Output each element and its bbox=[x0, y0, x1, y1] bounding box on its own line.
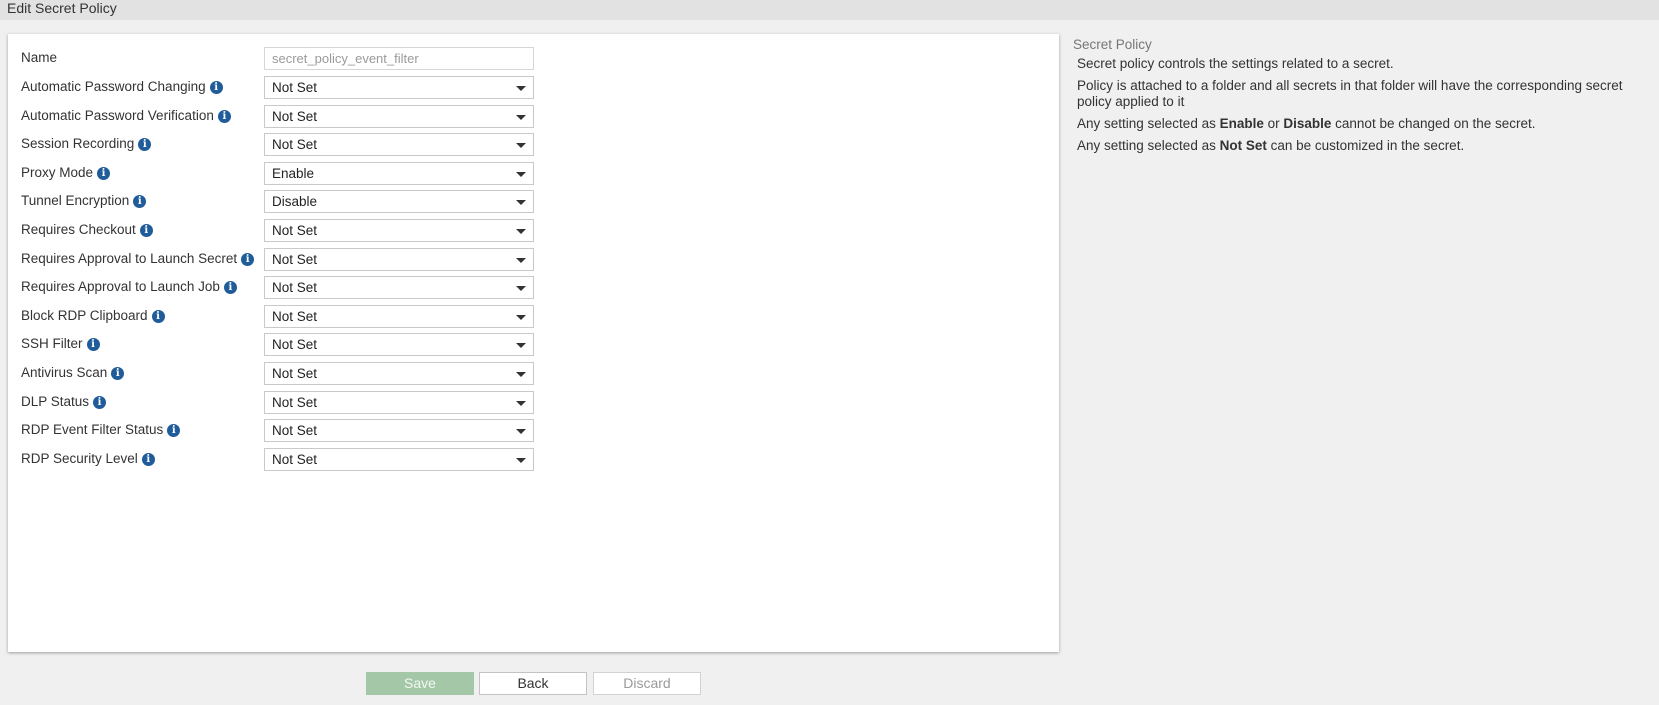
field-label: Automatic Password Verification i bbox=[21, 108, 231, 123]
discard-button[interactable]: Discard bbox=[593, 672, 701, 695]
window-title: Edit Secret Policy bbox=[0, 0, 1659, 20]
chevron-down-icon bbox=[516, 200, 526, 205]
field-label: RDP Event Filter Status i bbox=[21, 422, 181, 437]
chevron-down-icon bbox=[516, 429, 526, 434]
info-icon[interactable]: i bbox=[86, 338, 100, 351]
field-label: RDP Security Level i bbox=[21, 451, 155, 466]
field-row-rdp-security-level: RDP Security Level i Not Set bbox=[21, 448, 541, 472]
select-value: Not Set bbox=[272, 223, 318, 238]
automatic-password-verification-select[interactable]: Not Set bbox=[264, 105, 534, 128]
tunnel-encryption-select[interactable]: Disable bbox=[264, 190, 534, 213]
automatic-password-changing-select[interactable]: Not Set bbox=[264, 76, 534, 99]
field-row-tunnel-encryption: Tunnel Encryption i Disable bbox=[21, 190, 541, 214]
field-row-automatic-password-verification: Automatic Password Verification i Not Set bbox=[21, 105, 541, 129]
chevron-down-icon bbox=[516, 343, 526, 348]
name-input[interactable]: secret_policy_event_filter bbox=[264, 47, 534, 70]
back-button[interactable]: Back bbox=[479, 672, 587, 695]
select-value: Enable bbox=[272, 166, 315, 181]
select-value: Not Set bbox=[272, 252, 318, 267]
chevron-down-icon bbox=[516, 458, 526, 463]
help-line-2: Policy is attached to a folder and all s… bbox=[1077, 78, 1623, 109]
help-line-4: Any setting selected as Not Set can be c… bbox=[1077, 138, 1465, 153]
info-icon[interactable]: i bbox=[111, 367, 125, 380]
info-icon[interactable]: i bbox=[133, 195, 147, 208]
field-row-requires-approval-to-launch-job: Requires Approval to Launch Job i Not Set bbox=[21, 276, 541, 300]
info-icon[interactable]: i bbox=[139, 224, 153, 237]
help-line-3: Any setting selected as Enable or Disabl… bbox=[1077, 116, 1536, 131]
field-label: Requires Approval to Launch Secret i bbox=[21, 251, 255, 266]
chevron-down-icon bbox=[516, 315, 526, 320]
info-icon[interactable]: i bbox=[209, 81, 223, 94]
info-icon[interactable]: i bbox=[141, 453, 155, 466]
requires-approval-to-launch-job-select[interactable]: Not Set bbox=[264, 276, 534, 299]
field-label: Tunnel Encryption i bbox=[21, 193, 147, 208]
chevron-down-icon bbox=[516, 372, 526, 377]
field-row-proxy-mode: Proxy Mode i Enable bbox=[21, 162, 541, 186]
field-label: Block RDP Clipboard i bbox=[21, 308, 165, 323]
info-icon[interactable]: i bbox=[167, 424, 181, 437]
select-value: Disable bbox=[272, 194, 318, 209]
select-value: Not Set bbox=[272, 309, 318, 324]
chevron-down-icon bbox=[516, 401, 526, 406]
select-value: Not Set bbox=[272, 366, 318, 381]
field-label: Automatic Password Changing i bbox=[21, 79, 223, 94]
info-icon[interactable]: i bbox=[241, 253, 255, 266]
field-row-requires-approval-to-launch-secret: Requires Approval to Launch Secret i Not S… bbox=[21, 248, 541, 272]
chevron-down-icon bbox=[516, 229, 526, 234]
select-value: Not Set bbox=[272, 109, 318, 124]
field-row-block-rdp-clipboard: Block RDP Clipboard i Not Set bbox=[21, 305, 541, 329]
chevron-down-icon bbox=[516, 258, 526, 263]
block-rdp-clipboard-select[interactable]: Not Set bbox=[264, 305, 534, 328]
name-label: Name bbox=[21, 50, 58, 65]
field-label: Requires Checkout i bbox=[21, 222, 153, 237]
help-heading: Secret Policy bbox=[1073, 37, 1152, 52]
field-label: Session Recording i bbox=[21, 136, 152, 151]
requires-approval-to-launch-secret-select[interactable]: Not Set bbox=[264, 248, 534, 271]
policy-form-panel: Name secret_policy_event_filter Automati… bbox=[8, 34, 1059, 652]
field-row-antivirus-scan: Antivirus Scan i Not Set bbox=[21, 362, 541, 386]
select-value: Not Set bbox=[272, 337, 318, 352]
field-row-session-recording: Session Recording i Not Set bbox=[21, 133, 541, 157]
info-icon[interactable]: i bbox=[223, 281, 237, 294]
field-row-requires-checkout: Requires Checkout i Not Set bbox=[21, 219, 541, 243]
select-value: Not Set bbox=[272, 280, 318, 295]
field-label: Antivirus Scan i bbox=[21, 365, 125, 380]
chevron-down-icon bbox=[516, 286, 526, 291]
dlp-status-select[interactable]: Not Set bbox=[264, 391, 534, 414]
info-icon[interactable]: i bbox=[138, 138, 152, 151]
ssh-filter-select[interactable]: Not Set bbox=[264, 333, 534, 356]
help-line-1: Secret policy controls the settings rela… bbox=[1077, 56, 1394, 71]
select-value: Not Set bbox=[272, 452, 318, 467]
field-label: DLP Status i bbox=[21, 394, 107, 409]
rdp-security-level-select[interactable]: Not Set bbox=[264, 448, 534, 471]
help-panel: Secret Policy Secret policy controls the… bbox=[1073, 37, 1653, 160]
chevron-down-icon bbox=[516, 115, 526, 120]
name-row: Name secret_policy_event_filter bbox=[21, 47, 541, 71]
select-value: Not Set bbox=[272, 137, 318, 152]
info-icon[interactable]: i bbox=[97, 167, 111, 180]
requires-checkout-select[interactable]: Not Set bbox=[264, 219, 534, 242]
field-label: Proxy Mode i bbox=[21, 165, 111, 180]
field-row-dlp-status: DLP Status i Not Set bbox=[21, 391, 541, 415]
chevron-down-icon bbox=[516, 172, 526, 177]
info-icon[interactable]: i bbox=[151, 310, 165, 323]
field-label: SSH Filter i bbox=[21, 336, 100, 351]
save-button[interactable]: Save bbox=[366, 672, 474, 695]
info-icon[interactable]: i bbox=[93, 396, 107, 409]
session-recording-select[interactable]: Not Set bbox=[264, 133, 534, 156]
select-value: Not Set bbox=[272, 80, 318, 95]
field-row-ssh-filter: SSH Filter i Not Set bbox=[21, 333, 541, 357]
antivirus-scan-select[interactable]: Not Set bbox=[264, 362, 534, 385]
info-icon[interactable]: i bbox=[217, 110, 231, 123]
field-row-automatic-password-changing: Automatic Password Changing i Not Set bbox=[21, 76, 541, 100]
select-value: Not Set bbox=[272, 423, 318, 438]
chevron-down-icon bbox=[516, 86, 526, 91]
field-label: Requires Approval to Launch Job i bbox=[21, 279, 237, 294]
field-row-rdp-event-filter-status: RDP Event Filter Status i Not Set bbox=[21, 419, 541, 443]
select-value: Not Set bbox=[272, 395, 318, 410]
chevron-down-icon bbox=[516, 143, 526, 148]
rdp-event-filter-status-select[interactable]: Not Set bbox=[264, 419, 534, 442]
proxy-mode-select[interactable]: Enable bbox=[264, 162, 534, 185]
